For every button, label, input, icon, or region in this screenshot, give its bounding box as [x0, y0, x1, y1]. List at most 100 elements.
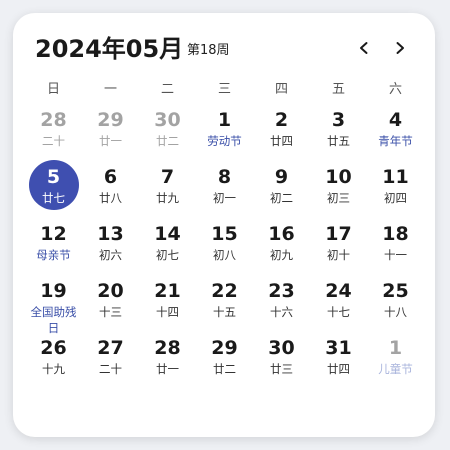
- day-number: 29: [97, 109, 124, 131]
- day-cell[interactable]: 22 十五: [196, 279, 253, 320]
- day-cell[interactable]: 14 初七: [139, 222, 196, 263]
- month-title: 2024年05月: [35, 35, 184, 63]
- day-number: 20: [97, 280, 124, 302]
- lunar-date: 廿一: [99, 134, 122, 148]
- lunar-date: 廿三: [270, 362, 293, 376]
- day-number: 28: [154, 337, 181, 359]
- lunar-date: 二十: [42, 134, 65, 148]
- lunar-date: 十九: [42, 362, 65, 376]
- day-number: 14: [154, 223, 181, 245]
- day-cell[interactable]: 30 廿三: [253, 336, 310, 377]
- day-cell[interactable]: 11 初四: [367, 165, 424, 206]
- day-number: 28: [40, 109, 67, 131]
- lunar-date: 十一: [384, 248, 407, 262]
- weekday-mon: 一: [103, 82, 117, 97]
- day-cell[interactable]: 24 十七: [310, 279, 367, 320]
- day-cell[interactable]: 19 全国助残日: [25, 279, 82, 336]
- day-number: 26: [40, 337, 67, 359]
- day-cell[interactable]: 1 儿童节: [367, 336, 424, 377]
- day-number: 3: [331, 109, 346, 131]
- day-cell[interactable]: 2 廿四: [253, 108, 310, 149]
- lunar-date: 初九: [270, 248, 293, 262]
- lunar-date: 十三: [99, 305, 122, 319]
- lunar-date: 十七: [327, 305, 350, 319]
- day-cell[interactable]: 16 初九: [253, 222, 310, 263]
- lunar-date: 廿二: [213, 362, 236, 376]
- day-number: 4: [388, 109, 403, 131]
- day-number: 12: [40, 223, 67, 245]
- day-number: 30: [154, 109, 181, 131]
- lunar-date: 初一: [213, 191, 236, 205]
- weekday-row: 日一二三四五六: [25, 80, 425, 100]
- day-cell[interactable]: 29 廿一: [82, 108, 139, 149]
- lunar-date: 十五: [213, 305, 236, 319]
- lunar-date: 初七: [156, 248, 179, 262]
- day-cell[interactable]: 3 廿五: [310, 108, 367, 149]
- day-cell[interactable]: 20 十三: [82, 279, 139, 320]
- day-cell[interactable]: 31 廿四: [310, 336, 367, 377]
- lunar-date: 十四: [156, 305, 179, 319]
- weekday-tue: 二: [160, 82, 174, 97]
- day-number: 9: [274, 166, 289, 188]
- day-cell[interactable]: 10 初三: [310, 165, 367, 206]
- lunar-date: 廿七: [42, 191, 65, 205]
- day-cell[interactable]: 28 廿一: [139, 336, 196, 377]
- day-number: 22: [211, 280, 238, 302]
- day-cell[interactable]: 29 廿二: [196, 336, 253, 377]
- day-number: 1: [217, 109, 232, 131]
- day-number: 19: [40, 280, 67, 302]
- day-number: 13: [97, 223, 124, 245]
- day-number: 8: [217, 166, 232, 188]
- day-cell[interactable]: 27 二十: [82, 336, 139, 377]
- day-number: 25: [382, 280, 409, 302]
- day-cell[interactable]: 28 二十: [25, 108, 82, 149]
- day-number: 18: [382, 223, 409, 245]
- day-number: 7: [160, 166, 175, 188]
- day-number: 2: [274, 109, 289, 131]
- day-cell[interactable]: 18 十一: [367, 222, 424, 263]
- festival-label: 劳动节: [207, 134, 242, 148]
- lunar-date: 初三: [327, 191, 350, 205]
- day-cell[interactable]: 12 母亲节: [25, 222, 82, 263]
- day-cell[interactable]: 4 青年节: [367, 108, 424, 149]
- day-cell[interactable]: 7 廿九: [139, 165, 196, 206]
- chevron-right-icon: [396, 42, 404, 54]
- day-number: 29: [211, 337, 238, 359]
- day-number: 30: [268, 337, 295, 359]
- prev-month-button[interactable]: [351, 35, 377, 61]
- day-cell[interactable]: 30 廿二: [139, 108, 196, 149]
- day-cell[interactable]: 1 劳动节: [196, 108, 253, 149]
- lunar-date: 廿四: [327, 362, 350, 376]
- day-cell[interactable]: 23 十六: [253, 279, 310, 320]
- weekday-fri: 五: [331, 82, 345, 97]
- lunar-date: 廿五: [327, 134, 350, 148]
- day-number: 10: [325, 166, 352, 188]
- lunar-date: 初六: [99, 248, 122, 262]
- day-cell[interactable]: 21 十四: [139, 279, 196, 320]
- lunar-date: 廿一: [156, 362, 179, 376]
- day-cell[interactable]: 8 初一: [196, 165, 253, 206]
- day-number: 16: [268, 223, 295, 245]
- lunar-date: 廿二: [156, 134, 179, 148]
- day-number: 6: [103, 166, 118, 188]
- lunar-date: 二十: [99, 362, 122, 376]
- day-cell[interactable]: 15 初八: [196, 222, 253, 263]
- chevron-left-icon: [360, 42, 368, 54]
- day-cell[interactable]: 6 廿八: [82, 165, 139, 206]
- day-cell[interactable]: 26 十九: [25, 336, 82, 377]
- lunar-date: 初八: [213, 248, 236, 262]
- day-number: 1: [388, 337, 403, 359]
- day-number: 23: [268, 280, 295, 302]
- day-cell[interactable]: 9 初二: [253, 165, 310, 206]
- day-cell[interactable]: 25 十八: [367, 279, 424, 320]
- day-cell[interactable]: 13 初六: [82, 222, 139, 263]
- day-number: 11: [382, 166, 409, 188]
- lunar-date: 初四: [384, 191, 407, 205]
- day-number: 5: [46, 166, 61, 188]
- calendar-header: 2024年05月 第18周: [35, 33, 413, 69]
- day-number: 27: [97, 337, 124, 359]
- lunar-date: 初二: [270, 191, 293, 205]
- day-cell[interactable]: 17 初十: [310, 222, 367, 263]
- next-month-button[interactable]: [387, 35, 413, 61]
- day-cell-today[interactable]: 5 廿七: [25, 160, 82, 210]
